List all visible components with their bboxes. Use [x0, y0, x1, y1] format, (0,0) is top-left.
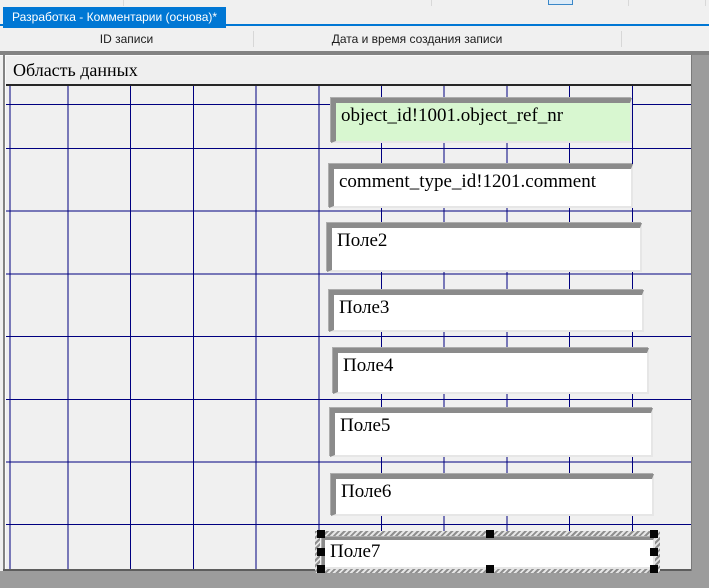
toolbar-strip: [0, 0, 709, 7]
textbox-comment-type-text: comment_type_id!1201.comment: [334, 169, 631, 193]
bottom-gutter: [0, 571, 709, 588]
section-header-label: Область данных: [13, 60, 138, 81]
textbox-pole4-text: Поле4: [338, 353, 647, 377]
toolbar-separator: [123, 0, 124, 6]
textbox-pole7-text: Поле7: [325, 540, 653, 563]
textbox-pole5-text: Поле5: [335, 413, 651, 437]
textbox-pole3-text: Поле3: [334, 295, 642, 319]
resize-handle-middle-right[interactable]: [650, 548, 658, 556]
column-divider[interactable]: [621, 31, 622, 47]
column-header-row: ID записи Дата и время создания записи: [0, 28, 709, 51]
resize-handle-top-middle[interactable]: [486, 530, 494, 538]
resize-handle-top-right[interactable]: [650, 530, 658, 538]
textbox-comment-type[interactable]: comment_type_id!1201.comment: [329, 164, 633, 208]
textbox-pole2-text: Поле2: [332, 228, 640, 252]
textbox-pole5[interactable]: Поле5: [330, 408, 653, 457]
textbox-pole4[interactable]: Поле4: [333, 348, 649, 394]
toolbar-separator: [628, 0, 629, 6]
textbox-object-ref-text: object_id!1001.object_ref_nr: [336, 103, 630, 127]
textbox-pole2[interactable]: Поле2: [327, 223, 642, 272]
resize-handle-top-left[interactable]: [317, 530, 325, 538]
textbox-pole6[interactable]: Поле6: [331, 474, 654, 516]
right-gutter: [691, 55, 709, 588]
resize-handle-bottom-middle[interactable]: [486, 565, 494, 573]
section-header-data-area[interactable]: Область данных: [6, 56, 691, 86]
textbox-pole3[interactable]: Поле3: [329, 290, 644, 332]
resize-handle-bottom-left[interactable]: [317, 565, 325, 573]
toolbar-separator: [705, 0, 706, 6]
resize-handle-bottom-right[interactable]: [650, 565, 658, 573]
toolbar-separator: [431, 0, 432, 6]
resize-handle-middle-left[interactable]: [317, 548, 325, 556]
form-designer-window: Разработка - Комментарии (основа)* ID за…: [0, 0, 709, 588]
textbox-object-ref[interactable]: object_id!1001.object_ref_nr: [331, 98, 632, 143]
textbox-pole6-text: Поле6: [336, 479, 652, 503]
tab-development-comments[interactable]: Разработка - Комментарии (основа)*: [3, 7, 226, 28]
column-header-record-created[interactable]: Дата и время создания записи: [253, 28, 621, 51]
toolbar-active-button[interactable]: [548, 0, 573, 5]
column-header-record-id[interactable]: ID записи: [0, 28, 253, 51]
